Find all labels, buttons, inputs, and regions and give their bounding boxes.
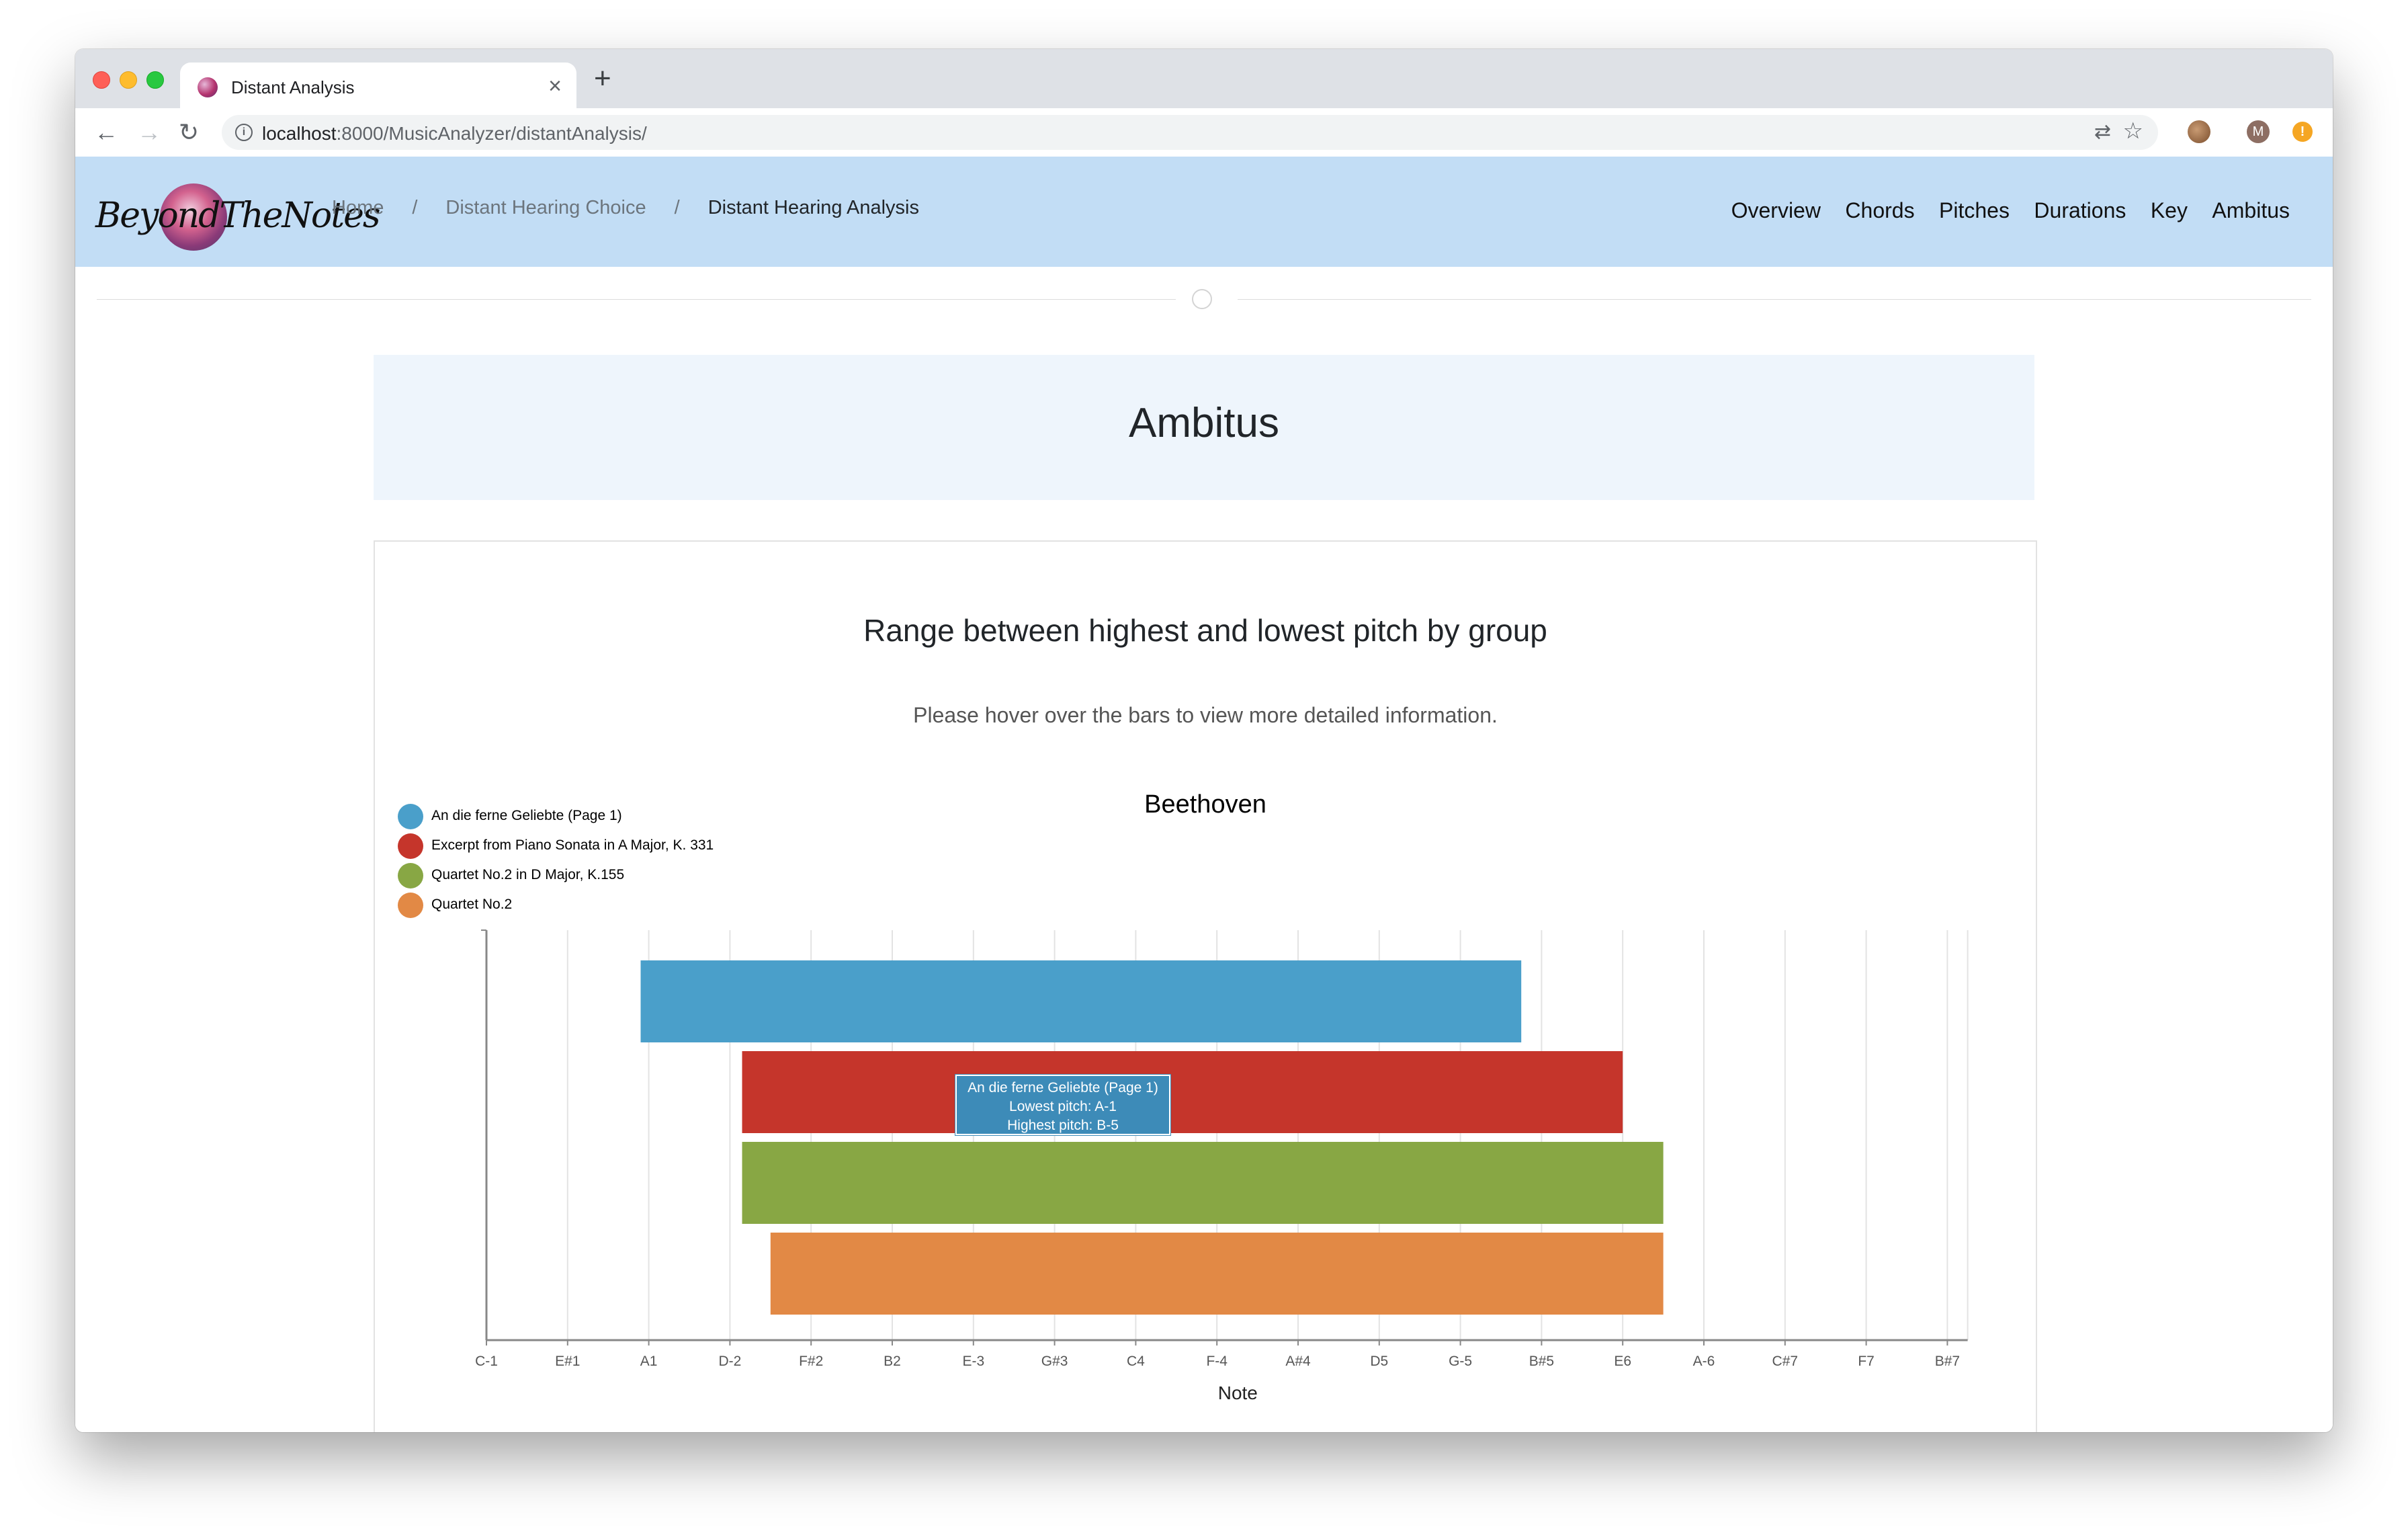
menu-durations[interactable]: Durations (2034, 198, 2126, 222)
section-menu: Overview Chords Pitches Durations Key Am… (1710, 198, 2290, 223)
tab-title: Distant Analysis (231, 77, 355, 97)
favicon-icon (198, 77, 218, 97)
x-tick-label: D-2 (718, 1354, 741, 1369)
x-tick-label: D5 (1370, 1354, 1388, 1369)
x-tick-label: E-3 (962, 1354, 984, 1369)
brand-logo[interactable]: BeyondTheNotes (95, 183, 381, 251)
browser-toolbar: ← → ↻ i localhost:8000/MusicAnalyzer/dis… (75, 108, 2333, 157)
x-tick-label: F-4 (1206, 1354, 1228, 1369)
breadcrumb-separator: / (674, 197, 680, 218)
bookmark-star-icon[interactable]: ☆ (2123, 118, 2143, 144)
site-navbar: BeyondTheNotes Home / Distant Hearing Choi… (75, 157, 2333, 267)
address-bar[interactable]: i localhost:8000/MusicAnalyzer/distantAn… (222, 115, 2158, 150)
divider-circle-icon (1192, 289, 1212, 309)
x-tick-label: C#7 (1772, 1354, 1799, 1369)
x-tick-label: C-1 (475, 1354, 498, 1369)
minimize-window-button[interactable] (120, 71, 137, 89)
divider-left (97, 299, 1176, 300)
chart-tooltip: An die ferne Geliebte (Page 1) Lowest pi… (955, 1075, 1170, 1135)
x-tick-label: A-6 (1693, 1354, 1715, 1369)
ambitus-chart: C-1 E#1 A1 D-2 F#2 B2 E-3 G#3 C4 F-4 A#4 D5 G-5 B#5 E6… (475, 929, 1969, 1403)
url-host: localhost (262, 123, 337, 144)
breadcrumb-home[interactable]: Home (332, 197, 384, 219)
x-tick-label: A1 (640, 1354, 658, 1369)
range-bar[interactable] (640, 960, 1522, 1042)
x-tick-label: B#5 (1529, 1354, 1554, 1369)
range-bar[interactable] (770, 1233, 1664, 1315)
info-icon[interactable]: i (235, 124, 253, 141)
menu-key[interactable]: Key (2151, 198, 2188, 222)
forward-arrow-icon[interactable]: → (137, 118, 161, 147)
update-alert-icon[interactable]: ! (2292, 122, 2313, 142)
ambitus-card: Range between highest and lowest pitch b… (374, 540, 2037, 1432)
x-tick-label: E6 (1614, 1354, 1631, 1369)
breadcrumb-current: Distant Hearing Analysis (707, 197, 920, 218)
back-arrow-icon[interactable]: ← (94, 118, 118, 147)
breadcrumb-separator: / (412, 197, 418, 218)
reload-icon[interactable]: ↻ (179, 118, 199, 147)
menu-chords[interactable]: Chords (1845, 198, 1914, 222)
extension-icon[interactable] (2188, 120, 2210, 143)
divider-right (1238, 299, 2311, 300)
page-title: Ambitus (1129, 400, 1279, 446)
new-tab-button[interactable]: + (594, 64, 611, 93)
tab-close-icon[interactable]: × (548, 73, 562, 99)
menu-pitches[interactable]: Pitches (1939, 198, 2010, 222)
x-tick-label: B#7 (1935, 1354, 1960, 1369)
range-bar[interactable] (742, 1051, 1623, 1133)
x-axis-label: Note (1218, 1382, 1258, 1403)
tooltip-title: An die ferne Geliebte (Page 1) (968, 1080, 1158, 1095)
page-content: BeyondTheNotes Home / Distant Hearing Choi… (75, 157, 2333, 1432)
x-tick-label: F7 (1858, 1354, 1875, 1369)
range-bar[interactable] (742, 1142, 1664, 1224)
x-tick-label: G#3 (1041, 1354, 1068, 1369)
browser-tab[interactable]: Distant Analysis × (180, 63, 576, 108)
x-tick-label: A#4 (1285, 1354, 1311, 1369)
tooltip-highest: Highest pitch: B-5 (1007, 1118, 1119, 1133)
x-tick-label: F#2 (799, 1354, 823, 1369)
x-tick-label: C4 (1127, 1354, 1145, 1369)
breadcrumb-distant-hearing-choice[interactable]: Distant Hearing Choice (445, 197, 646, 219)
browser-window: Distant Analysis × + ← → ↻ i localhost:8… (75, 49, 2333, 1432)
section-heading-panel: Ambitus (374, 355, 2034, 500)
translate-icon[interactable]: ⇄ (2094, 120, 2111, 144)
menu-overview[interactable]: Overview (1731, 198, 1821, 222)
url-text[interactable]: localhost:8000/MusicAnalyzer/distantAnal… (262, 123, 647, 144)
x-tick-label: G-5 (1449, 1354, 1472, 1369)
menu-ambitus[interactable]: Ambitus (2212, 198, 2290, 222)
tooltip-lowest: Lowest pitch: A-1 (1009, 1099, 1117, 1114)
x-tick-label: B2 (884, 1354, 901, 1369)
close-window-button[interactable] (93, 71, 110, 89)
x-tick-label: E#1 (555, 1354, 580, 1369)
breadcrumb: Home / Distant Hearing Choice / Distant Hear… (332, 197, 919, 219)
zoom-window-button[interactable] (146, 71, 164, 89)
url-path: :8000/MusicAnalyzer/distantAnalysis/ (336, 123, 647, 144)
tab-strip: Distant Analysis × + (75, 49, 2333, 108)
profile-avatar[interactable]: M (2247, 120, 2270, 143)
